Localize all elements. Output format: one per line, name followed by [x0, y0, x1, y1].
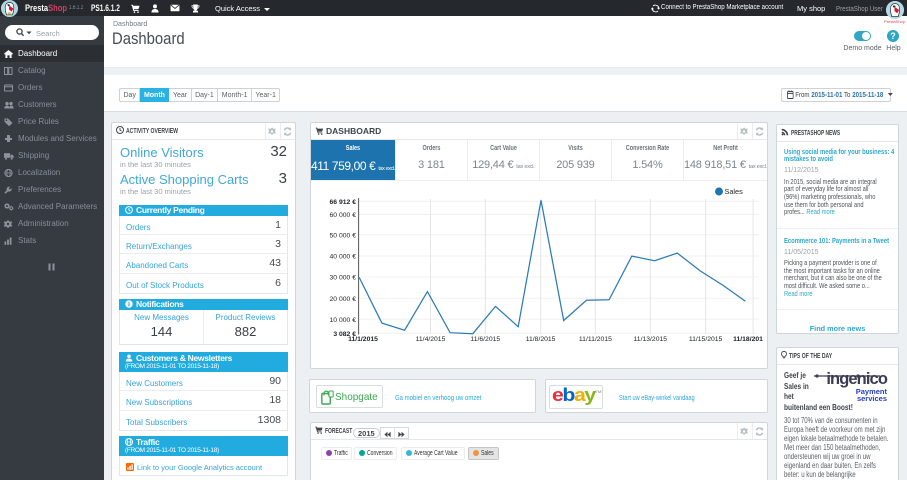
svg-text:30 000 €: 30 000 €	[330, 275, 357, 282]
svg-text:20 000 €: 20 000 €	[330, 296, 357, 303]
svg-text:40 000 €: 40 000 €	[330, 254, 357, 261]
svg-text:10 000 €: 10 000 €	[330, 317, 357, 324]
svg-text:66 912 €: 66 912 €	[330, 199, 357, 206]
svg-text:11/11/2015: 11/11/2015	[579, 336, 612, 343]
svg-text:11/13/2015: 11/13/2015	[634, 336, 668, 343]
svg-text:11/18/201: 11/18/201	[733, 336, 763, 343]
svg-text:60 000 €: 60 000 €	[330, 212, 357, 219]
svg-text:11/8/2015: 11/8/2015	[526, 336, 556, 343]
svg-text:11/15/2015: 11/15/2015	[689, 336, 723, 343]
svg-text:11/1/2015: 11/1/2015	[348, 336, 378, 343]
svg-text:50 000 €: 50 000 €	[330, 232, 357, 239]
svg-text:11/4/2015: 11/4/2015	[416, 336, 446, 343]
svg-text:Sales: Sales	[725, 187, 744, 196]
svg-text:11/6/2015: 11/6/2015	[470, 336, 500, 343]
